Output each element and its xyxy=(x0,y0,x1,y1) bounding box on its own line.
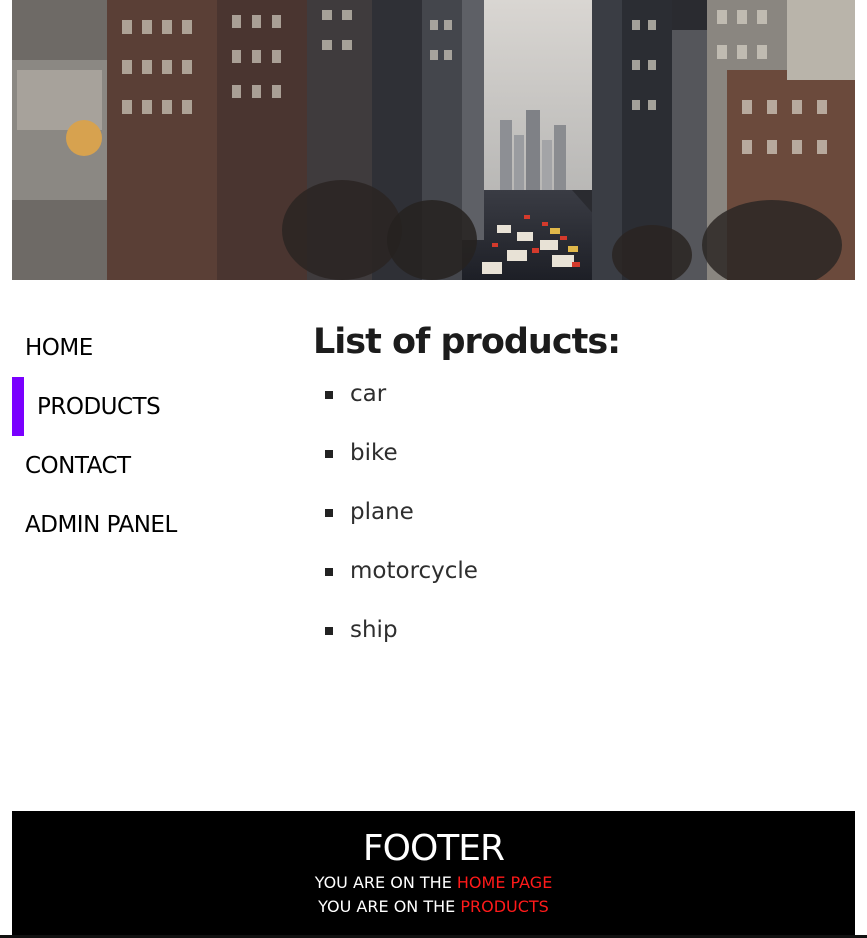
list-item: ship xyxy=(313,617,833,676)
nav-item-contact[interactable]: CONTACT xyxy=(12,436,282,495)
main-content: List of products: car bike plane motorcy… xyxy=(313,318,833,676)
square-bullet-icon xyxy=(325,391,333,399)
page: HOME PRODUCTS CONTACT ADMIN PANEL List o… xyxy=(0,0,867,938)
nav-item-home[interactable]: HOME xyxy=(12,318,282,377)
nav-item-admin-panel[interactable]: ADMIN PANEL xyxy=(12,495,282,554)
footer-line-products: YOU ARE ON THE PRODUCTS xyxy=(12,895,855,919)
product-list: car bike plane motorcycle ship xyxy=(313,381,833,676)
footer: FOOTER YOU ARE ON THE HOME PAGE YOU ARE … xyxy=(12,811,855,938)
list-item: motorcycle xyxy=(313,558,833,617)
footer-link-products[interactable]: PRODUCTS xyxy=(460,897,549,916)
square-bullet-icon xyxy=(325,509,333,517)
sidebar-nav: HOME PRODUCTS CONTACT ADMIN PANEL xyxy=(12,318,282,554)
list-item: bike xyxy=(313,440,833,499)
list-item-label: car xyxy=(350,381,387,407)
square-bullet-icon xyxy=(325,568,333,576)
square-bullet-icon xyxy=(325,450,333,458)
footer-line-prefix: YOU ARE ON THE xyxy=(318,897,456,916)
list-item: plane xyxy=(313,499,833,558)
list-item-label: ship xyxy=(350,617,398,643)
footer-link-home-page[interactable]: HOME PAGE xyxy=(457,873,552,892)
city-street-illustration xyxy=(12,0,855,280)
hero-image xyxy=(12,0,855,280)
page-title: List of products: xyxy=(313,322,621,362)
square-bullet-icon xyxy=(325,627,333,635)
footer-line-prefix: YOU ARE ON THE xyxy=(314,873,452,892)
footer-title: FOOTER xyxy=(362,828,505,869)
list-item-label: bike xyxy=(350,440,398,466)
nav-item-products[interactable]: PRODUCTS xyxy=(12,377,282,436)
list-item-label: plane xyxy=(350,499,414,525)
footer-line-home: YOU ARE ON THE HOME PAGE xyxy=(12,871,855,895)
list-item-label: motorcycle xyxy=(350,558,478,584)
list-item: car xyxy=(313,381,833,440)
